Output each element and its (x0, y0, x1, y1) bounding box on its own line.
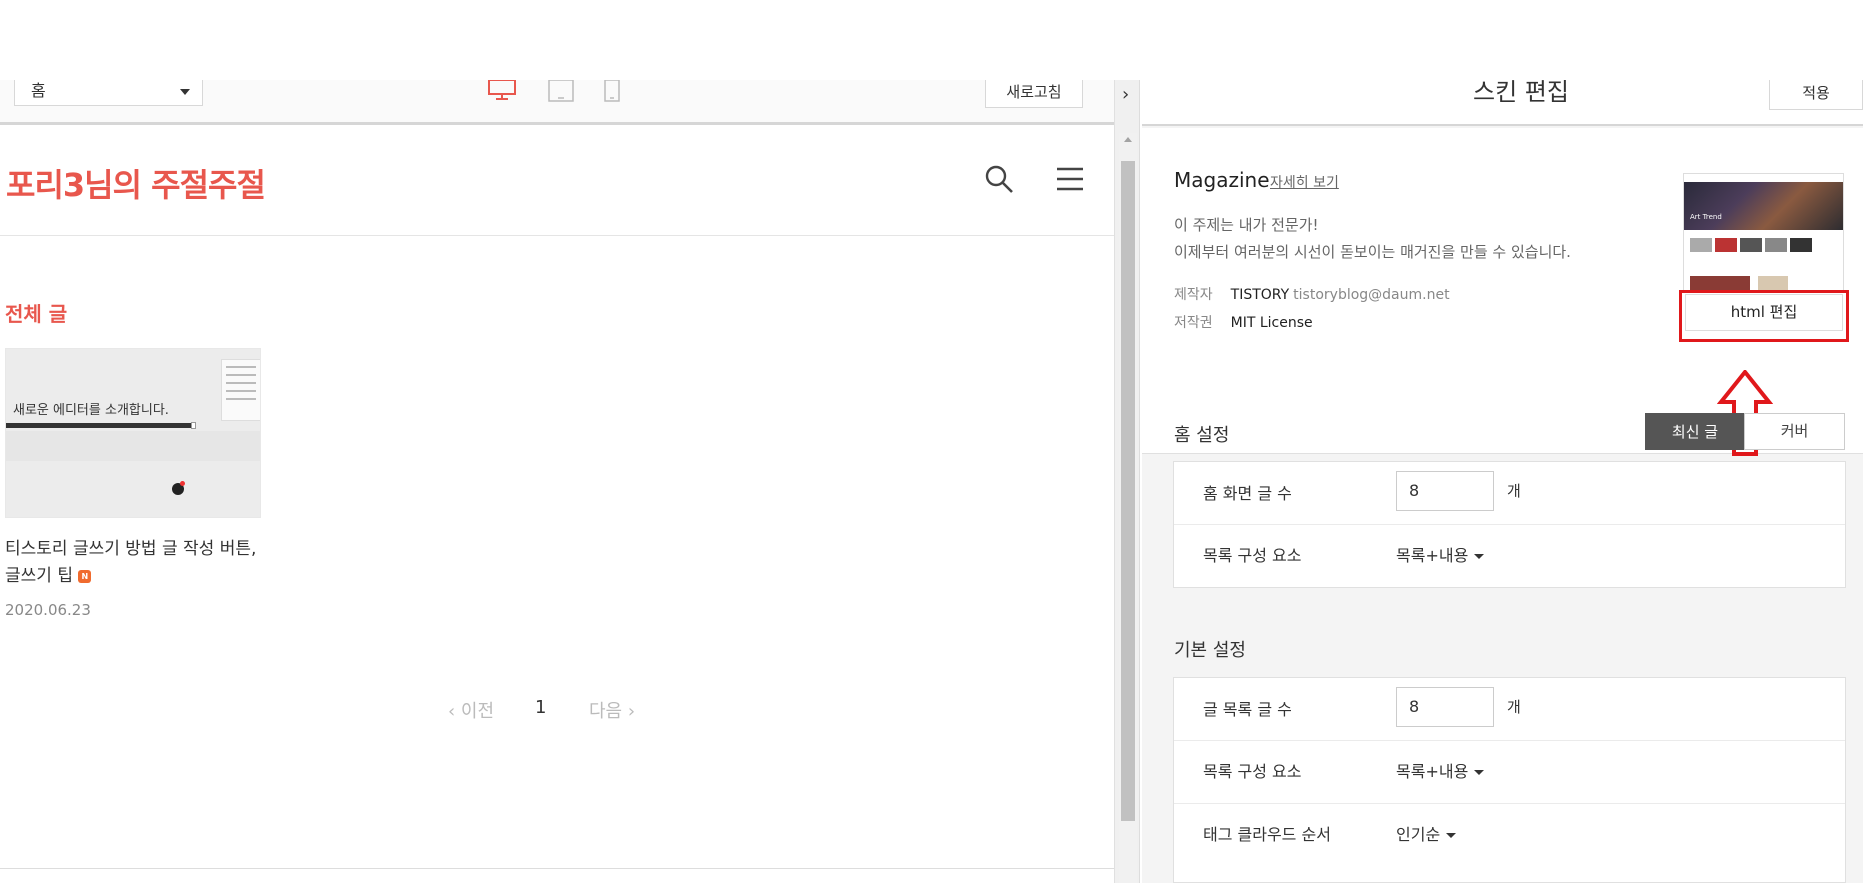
scroll-up-icon[interactable] (1124, 137, 1132, 142)
thumbnail-bar (6, 423, 191, 428)
category-title: 전체 글 (5, 302, 68, 326)
basic-settings-title: 기본 설정 (1174, 640, 1246, 661)
skin-desc-line1: 이 주제는 내가 전문가! (1174, 216, 1319, 234)
blog-title[interactable]: 포리3님의 주절주절 (6, 160, 266, 206)
license-value: MIT License (1230, 315, 1313, 331)
pager-current-page[interactable]: 1 (535, 697, 546, 718)
home-post-count-unit: 개 (1507, 482, 1521, 500)
skin-editor-page: 홈 새로고침 › 포리3님의 주절주절 전체 글 새로운 에디터를 소개합니다.… (0, 0, 1863, 883)
thumbnail-mark-dot (180, 481, 185, 486)
thumbnail-bar-cap (191, 422, 196, 429)
tag-order-dropdown[interactable]: 인기순 (1396, 821, 1457, 845)
preview-thumb-row (1690, 238, 1840, 254)
chevron-right-icon[interactable]: › (1122, 84, 1129, 105)
skin-name: Magazine (1174, 168, 1270, 192)
skin-description: 이 주제는 내가 전문가! 이제부터 여러분의 시선이 돋보이는 매거진을 만들… (1174, 212, 1571, 266)
divider (1174, 524, 1845, 525)
highlight-box (1679, 290, 1849, 342)
pager-prev-label: 이전 (460, 701, 495, 722)
pager-next[interactable]: 다음 › (589, 697, 635, 723)
basic-list-comp-label: 목록 구성 요소 (1203, 762, 1302, 781)
post-title-text: 티스토리 글쓰기 방법 글 작성 버튼, 글쓰기 팁 (5, 539, 257, 586)
hamburger-menu-icon[interactable] (1056, 166, 1084, 192)
search-icon[interactable] (984, 164, 1014, 194)
basic-post-count-unit: 개 (1507, 698, 1521, 716)
tag-order-label: 태그 클라우드 순서 (1203, 825, 1331, 844)
divider (0, 868, 1114, 869)
skin-preview-image: Art Trend (1683, 173, 1844, 291)
skin-license: 저작권 MIT License (1174, 312, 1313, 332)
divider (1174, 740, 1845, 741)
tag-order-value: 인기순 (1396, 825, 1441, 844)
blog-header: 포리3님의 주절주절 (0, 128, 1114, 236)
preview-hero: Art Trend (1684, 182, 1843, 230)
preview-pane: 홈 새로고침 › 포리3님의 주절주절 전체 글 새로운 에디터를 소개합니다.… (0, 80, 1140, 883)
page-select-value: 홈 (31, 81, 46, 100)
basic-settings-card: 글 목록 글 수 8 개 목록 구성 요소 목록+내용 태그 클라우드 순서 인… (1173, 677, 1846, 883)
toggle-cover[interactable]: 커버 (1744, 413, 1845, 450)
settings-pane: 스킨 편집 적용 Magazine 자세히 보기 이 주제는 내가 전문가! 이… (1142, 78, 1863, 883)
chevron-down-icon (1446, 833, 1457, 838)
post-date: 2020.06.23 (5, 601, 91, 619)
thumbnail-header (6, 349, 260, 355)
home-list-comp-value: 목록+내용 (1396, 546, 1469, 565)
basic-list-comp-value: 목록+내용 (1396, 762, 1469, 781)
preview-scrollbar[interactable] (1119, 133, 1137, 883)
home-settings-title: 홈 설정 (1174, 425, 1230, 446)
chevron-right-icon: › (622, 701, 636, 722)
pager-prev[interactable]: ‹ 이전 (448, 697, 494, 723)
home-settings-card: 홈 화면 글 수 8 개 목록 구성 요소 목록+내용 (1173, 461, 1846, 588)
maker-label: 제작자 (1174, 287, 1213, 303)
chevron-left-icon: ‹ (448, 701, 461, 722)
home-type-toggle: 최신 글 커버 (1645, 413, 1845, 450)
preview-toolbar: 홈 새로고침 (0, 80, 1114, 125)
skin-details-link[interactable]: 자세히 보기 (1270, 172, 1339, 192)
panel-title: 스킨 편집 (1473, 78, 1569, 106)
home-post-count-input[interactable]: 8 (1396, 471, 1494, 511)
tablet-icon[interactable] (548, 80, 574, 102)
top-blank-area (0, 0, 1863, 80)
preview-caption: Art Trend (1690, 213, 1722, 221)
home-post-count-label: 홈 화면 글 수 (1203, 484, 1292, 503)
preview-thumb-row-2 (1690, 276, 1840, 290)
maker-email: tistoryblog@daum.net (1293, 287, 1450, 303)
apply-button[interactable]: 적용 (1769, 80, 1863, 110)
thumbnail-text: 새로운 에디터를 소개합니다. (13, 403, 169, 418)
desktop-icon[interactable] (487, 80, 517, 100)
chevron-down-icon (180, 89, 190, 95)
home-list-comp-dropdown[interactable]: 목록+내용 (1396, 542, 1485, 566)
new-badge: N (78, 569, 92, 583)
settings-header: 스킨 편집 적용 (1142, 78, 1863, 126)
pager-next-label: 다음 (589, 701, 623, 722)
post-title-link[interactable]: 티스토리 글쓰기 방법 글 작성 버튼, 글쓰기 팁 N (5, 536, 275, 590)
scrollbar-thumb[interactable] (1121, 161, 1135, 821)
basic-post-count-label: 글 목록 글 수 (1203, 700, 1292, 719)
license-label: 저작권 (1174, 315, 1213, 331)
mobile-icon[interactable] (603, 80, 621, 102)
post-thumbnail[interactable]: 새로운 에디터를 소개합니다. (5, 348, 261, 518)
skin-maker: 제작자 TISTORY tistoryblog@daum.net (1174, 284, 1450, 304)
toggle-latest-posts[interactable]: 최신 글 (1645, 413, 1745, 450)
maker-value: TISTORY (1230, 287, 1290, 303)
refresh-button[interactable]: 새로고침 (985, 80, 1083, 108)
divider (1174, 803, 1845, 804)
home-list-comp-label: 목록 구성 요소 (1203, 546, 1302, 565)
basic-post-count-input[interactable]: 8 (1396, 687, 1494, 727)
chevron-down-icon (1474, 554, 1485, 559)
basic-list-comp-dropdown[interactable]: 목록+내용 (1396, 758, 1485, 782)
thumbnail-sidebar (221, 359, 260, 421)
chevron-down-icon (1474, 770, 1485, 775)
page-select-dropdown[interactable]: 홈 (14, 80, 203, 106)
preview-header (1684, 174, 1843, 182)
skin-desc-line2: 이제부터 여러분의 시선이 돋보이는 매거진을 만들 수 있습니다. (1174, 243, 1571, 261)
thumbnail-strip (6, 431, 260, 461)
